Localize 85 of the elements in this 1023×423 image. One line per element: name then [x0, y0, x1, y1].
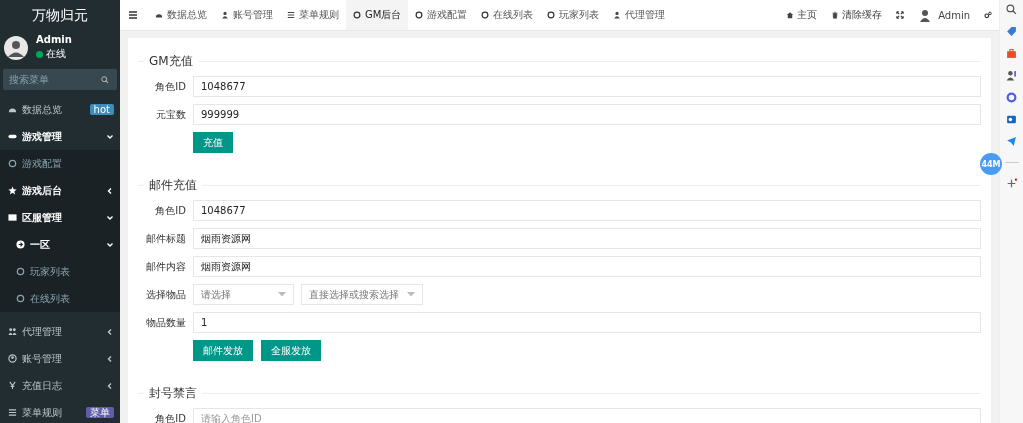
avatar-icon: [918, 8, 933, 22]
field-label: 物品数量: [145, 315, 186, 330]
menu-badge: 菜单: [86, 407, 114, 418]
submit-button[interactable]: 邮件发放: [193, 340, 253, 361]
submit-button[interactable]: 全服发放: [261, 340, 321, 361]
input-field[interactable]: 999999: [193, 104, 981, 125]
input-field[interactable]: 请输入角色ID: [193, 408, 981, 423]
input-field[interactable]: 烟雨资源网: [193, 256, 981, 277]
input-field[interactable]: 烟雨资源网: [193, 228, 981, 249]
home-link[interactable]: 主页: [779, 8, 825, 22]
section-title: GM充值: [148, 53, 194, 70]
clear-cache-link[interactable]: 清除缓存: [824, 8, 890, 22]
user-icon: [221, 11, 229, 19]
nav-tab[interactable]: 游戏配置: [408, 0, 475, 30]
users-icon: [8, 327, 17, 336]
menu-item[interactable]: 数据总览 hot: [0, 96, 120, 123]
circle-icon: [8, 159, 17, 168]
field-label: 元宝数: [155, 107, 186, 122]
menu-item[interactable]: 游戏配置: [0, 150, 120, 177]
star-icon: [8, 186, 17, 195]
table-icon: [8, 213, 17, 222]
circle-logo-icon[interactable]: [1006, 92, 1017, 103]
toolbox-icon[interactable]: [1006, 48, 1017, 59]
circle-icon: [16, 294, 25, 303]
trash-icon: [831, 11, 840, 19]
select-field[interactable]: 直接选择或搜索选择: [301, 284, 423, 305]
field-label: 角色ID: [154, 411, 186, 423]
menu-item[interactable]: 账号管理: [0, 345, 120, 372]
person-icon[interactable]: [1006, 70, 1017, 81]
menu-item[interactable]: 游戏管理: [0, 123, 120, 150]
search-field[interactable]: 搜索菜单: [3, 69, 117, 90]
menu-badge: hot: [89, 104, 114, 115]
circle-icon: [481, 11, 490, 19]
field-label: 角色ID: [154, 203, 186, 218]
caret-icon: [407, 292, 415, 297]
mail-icon[interactable]: [1006, 114, 1017, 125]
nav-tab[interactable]: 代理管理: [606, 0, 673, 30]
fullscreen-icon[interactable]: [896, 11, 905, 19]
menu-item[interactable]: 充值日志: [0, 372, 120, 399]
user-icon: [613, 11, 622, 19]
section-title: 邮件充值: [148, 177, 198, 194]
menu-item[interactable]: 玩家列表: [0, 258, 120, 285]
list-icon: [8, 408, 17, 417]
input-field[interactable]: 1048677: [193, 76, 981, 97]
field-label: 选择物品: [145, 287, 186, 302]
menu-item[interactable]: 一区: [0, 231, 120, 258]
nav-tab[interactable]: 玩家列表: [540, 0, 607, 30]
nav-tab[interactable]: 账号管理: [214, 0, 280, 30]
avatar-icon: [4, 35, 28, 60]
menu-item[interactable]: 菜单规则 菜单: [0, 399, 120, 423]
select-field[interactable]: 请选择: [193, 284, 294, 305]
menu-item[interactable]: 游戏后台: [0, 177, 120, 204]
nav-tab[interactable]: 菜单规则: [280, 0, 346, 30]
nav-tab[interactable]: GM后台: [346, 0, 409, 30]
input-field[interactable]: 1048677: [193, 200, 981, 221]
section-title: 封号禁言: [148, 385, 198, 402]
input-field[interactable]: 1: [193, 312, 981, 333]
search-icon: [101, 76, 109, 84]
send-icon[interactable]: [1006, 136, 1017, 147]
user-name: Admin: [36, 34, 72, 45]
user-status: 在线: [36, 47, 72, 61]
menu-icon[interactable]: [128, 10, 138, 20]
user-menu[interactable]: Admin: [911, 8, 977, 22]
plus-icon[interactable]: [1006, 178, 1017, 189]
list-icon: [287, 11, 295, 19]
circle-icon: [16, 267, 25, 276]
field-label: 邮件内容: [145, 259, 186, 274]
nav-tab[interactable]: 数据总览: [148, 0, 214, 30]
caret-icon: [278, 292, 286, 297]
home-icon: [786, 11, 795, 19]
user-icon: [8, 354, 17, 363]
submit-button[interactable]: 充值: [193, 132, 233, 153]
circle-icon: [353, 11, 361, 19]
tag-icon[interactable]: [1006, 26, 1017, 37]
circle-icon: [415, 11, 424, 19]
menu-item[interactable]: 区服管理: [0, 204, 120, 231]
circle-icon: [547, 11, 556, 19]
menu-item[interactable]: 在线列表: [0, 285, 120, 312]
field-label: 角色ID: [154, 79, 186, 94]
arrow-circle-icon: [16, 240, 25, 249]
yen-icon: [8, 381, 17, 390]
nav-tab[interactable]: 在线列表: [474, 0, 541, 30]
menu-item[interactable]: 代理管理: [0, 318, 120, 345]
search-icon[interactable]: [1006, 4, 1017, 15]
field-label: 邮件标题: [145, 231, 186, 246]
